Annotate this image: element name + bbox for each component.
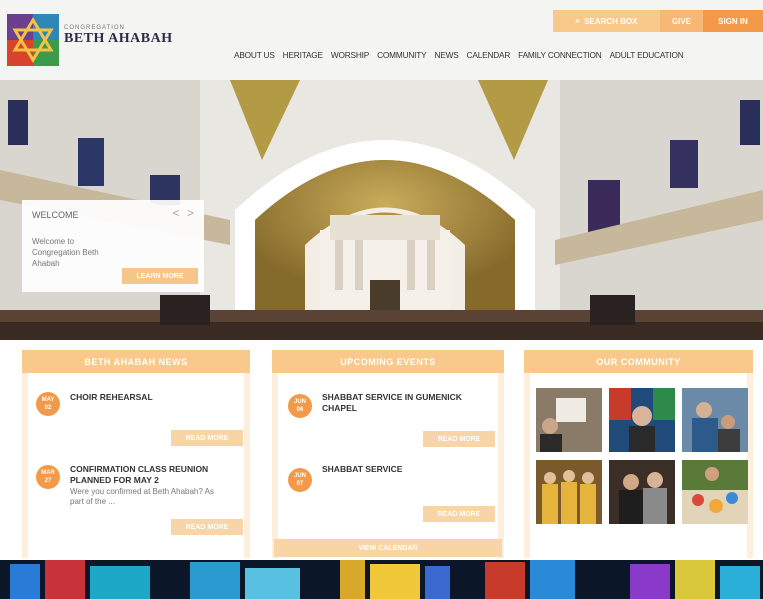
read-more-button[interactable]: READ MORE [171,519,243,535]
news-item-title[interactable]: CHOIR REHEARSAL [70,392,240,403]
event-date-badge: JUN 07 [288,468,312,492]
learn-more-button[interactable]: LEARN MORE [122,268,198,284]
stained-glass-strip [0,560,763,599]
hero-sanctuary-image: WELCOME < > Welcome to Congregation Beth… [0,80,763,352]
read-more-button[interactable]: READ MORE [423,431,495,447]
sign-in-button[interactable]: SIGN IN [703,10,763,32]
logo-name: BETH AHABAH [64,31,173,46]
nav-calendar[interactable]: CALENDAR [463,50,515,60]
community-photo-grid [536,388,748,524]
date-month: JUN [293,473,306,479]
nav-worship[interactable]: WORSHIP [327,50,373,60]
welcome-card: WELCOME < > Welcome to Congregation Beth… [22,200,204,292]
site-header: Congregation BETH AHABAH ⌕ SEARCH BOX GI… [0,0,763,80]
search-label: SEARCH BOX [584,16,638,26]
welcome-text: Welcome to Congregation Beth Ahabah [32,237,99,268]
nav-news[interactable]: NEWS [430,50,462,60]
search-icon: ⌕ [575,16,581,25]
community-heading: OUR COMMUNITY [524,350,753,373]
community-photo[interactable] [609,388,675,452]
logo-text[interactable]: Congregation BETH AHABAH [64,25,173,47]
community-photo[interactable] [536,388,602,452]
news-date-badge: MAR 27 [36,465,60,489]
news-date-badge: MAY 02 [36,392,60,416]
community-photo[interactable] [536,460,602,524]
search-button[interactable]: ⌕ SEARCH BOX [553,10,660,32]
event-item-title[interactable]: SHABBAT SERVICE IN GUMENICK CHAPEL [322,392,497,414]
events-heading: UPCOMING EVENTS [272,350,504,373]
news-item-desc: Were you confirmed at Beth Ahabah? As pa… [70,487,214,506]
stained-glass-decoration [0,560,763,599]
read-more-button[interactable]: READ MORE [171,430,243,446]
nav-community[interactable]: COMMUNITY [373,50,430,60]
news-heading: BETH AHABAH NEWS [22,350,250,373]
date-day: 07 [296,481,304,487]
logo-star-icon[interactable] [7,14,59,66]
slider-arrows-icon[interactable]: < > [173,206,196,220]
nav-family-connection[interactable]: FAMILY CONNECTION [514,50,605,60]
community-column: OUR COMMUNITY [524,350,753,558]
event-item-title[interactable]: SHABBAT SERVICE [322,464,497,475]
nav-about-us[interactable]: ABOUT US [230,50,279,60]
community-photo[interactable] [682,460,748,524]
event-date-badge: JUN 06 [288,394,312,418]
date-day: 06 [296,407,304,413]
date-month: MAY [41,397,55,403]
view-calendar-button[interactable]: VIEW CALENDAR [274,539,502,557]
date-month: MAR [41,470,55,476]
news-item-title[interactable]: CONFIRMATION CLASS REUNION PLANNED FOR M… [70,464,242,486]
community-photo[interactable] [609,460,675,524]
date-month: JUN [293,399,306,405]
read-more-button[interactable]: READ MORE [423,506,495,522]
events-column: UPCOMING EVENTS JUN 06 SHABBAT SERVICE I… [272,350,504,558]
welcome-title: WELCOME [32,210,79,220]
main-nav: ABOUT US HERITAGE WORSHIP COMMUNITY NEWS… [230,50,688,60]
give-button[interactable]: GIVE [660,10,703,32]
news-column: BETH AHABAH NEWS MAY 02 CHOIR REHEARSAL … [22,350,250,558]
date-day: 27 [44,478,52,484]
community-photo[interactable] [682,388,748,452]
nav-adult-education[interactable]: ADULT EDUCATION [606,50,688,60]
date-day: 02 [44,405,52,411]
nav-heritage[interactable]: HERITAGE [279,50,327,60]
